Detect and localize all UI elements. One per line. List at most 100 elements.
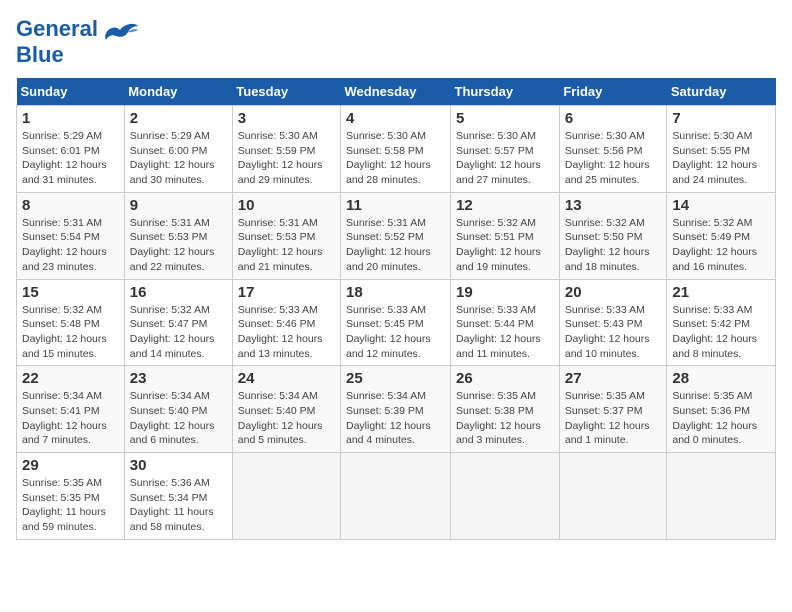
day-info: Sunrise: 5:33 AMSunset: 5:43 PMDaylight:… <box>565 304 650 360</box>
header-day-thursday: Thursday <box>451 78 560 106</box>
day-number: 28 <box>672 370 770 387</box>
week-row-2: 8Sunrise: 5:31 AMSunset: 5:54 PMDaylight… <box>17 192 776 279</box>
logo-general: General <box>16 16 98 41</box>
day-info: Sunrise: 5:30 AMSunset: 5:58 PMDaylight:… <box>346 130 431 186</box>
empty-cell <box>451 453 560 540</box>
header-day-sunday: Sunday <box>17 78 125 106</box>
day-number: 26 <box>456 370 554 387</box>
day-cell-8: 8Sunrise: 5:31 AMSunset: 5:54 PMDaylight… <box>17 192 125 279</box>
day-number: 8 <box>22 197 119 214</box>
day-number: 24 <box>238 370 335 387</box>
day-info: Sunrise: 5:31 AMSunset: 5:52 PMDaylight:… <box>346 217 431 273</box>
day-cell-19: 19 Sunrise: 5:33 AMSunset: 5:44 PMDayligh… <box>451 279 560 366</box>
header-day-saturday: Saturday <box>667 78 776 106</box>
logo-text: General Blue <box>16 16 98 68</box>
day-cell-23: 23 Sunrise: 5:34 AMSunset: 5:40 PMDayligh… <box>124 366 232 453</box>
day-cell-27: 27 Sunrise: 5:35 AMSunset: 5:37 PMDayligh… <box>559 366 667 453</box>
day-info: Sunrise: 5:35 AMSunset: 5:37 PMDaylight:… <box>565 390 650 446</box>
day-number: 9 <box>130 197 227 214</box>
week-row-3: 15Sunrise: 5:32 AMSunset: 5:48 PMDayligh… <box>17 279 776 366</box>
logo-blue: Blue <box>16 42 64 67</box>
logo: General Blue <box>16 16 138 68</box>
day-info: Sunrise: 5:30 AMSunset: 5:55 PMDaylight:… <box>672 130 757 186</box>
day-info: Sunrise: 5:30 AMSunset: 5:56 PMDaylight:… <box>565 130 650 186</box>
day-info: Sunrise: 5:33 AMSunset: 5:42 PMDaylight:… <box>672 304 757 360</box>
day-cell-30: 30 Sunrise: 5:36 AMSunset: 5:34 PMDayligh… <box>124 453 232 540</box>
day-cell-21: 21 Sunrise: 5:33 AMSunset: 5:42 PMDayligh… <box>667 279 776 366</box>
header-day-wednesday: Wednesday <box>341 78 451 106</box>
header-day-tuesday: Tuesday <box>232 78 340 106</box>
day-info: Sunrise: 5:32 AMSunset: 5:49 PMDaylight:… <box>672 217 757 273</box>
day-cell-18: 18 Sunrise: 5:33 AMSunset: 5:45 PMDayligh… <box>341 279 451 366</box>
day-number: 12 <box>456 197 554 214</box>
day-cell-12: 12Sunrise: 5:32 AMSunset: 5:51 PMDayligh… <box>451 192 560 279</box>
day-number: 11 <box>346 197 445 214</box>
day-info: Sunrise: 5:33 AMSunset: 5:45 PMDaylight:… <box>346 304 431 360</box>
week-row-1: 1Sunrise: 5:29 AMSunset: 6:01 PMDaylight… <box>17 106 776 193</box>
day-number: 13 <box>565 197 662 214</box>
day-cell-29: 29 Sunrise: 5:35 AMSunset: 5:35 PMDayligh… <box>17 453 125 540</box>
day-number: 21 <box>672 284 770 301</box>
day-info: Sunrise: 5:34 AMSunset: 5:40 PMDaylight:… <box>238 390 323 446</box>
day-cell-1: 1Sunrise: 5:29 AMSunset: 6:01 PMDaylight… <box>17 106 125 193</box>
day-info: Sunrise: 5:31 AMSunset: 5:53 PMDaylight:… <box>238 217 323 273</box>
week-row-4: 22 Sunrise: 5:34 AMSunset: 5:41 PMDayligh… <box>17 366 776 453</box>
day-cell-7: 7Sunrise: 5:30 AMSunset: 5:55 PMDaylight… <box>667 106 776 193</box>
day-cell-22: 22 Sunrise: 5:34 AMSunset: 5:41 PMDayligh… <box>17 366 125 453</box>
day-info: Sunrise: 5:34 AMSunset: 5:40 PMDaylight:… <box>130 390 215 446</box>
day-cell-17: 17 Sunrise: 5:33 AMSunset: 5:46 PMDayligh… <box>232 279 340 366</box>
week-row-5: 29 Sunrise: 5:35 AMSunset: 5:35 PMDayligh… <box>17 453 776 540</box>
day-number: 10 <box>238 197 335 214</box>
empty-cell <box>667 453 776 540</box>
header-row: SundayMondayTuesdayWednesdayThursdayFrid… <box>17 78 776 106</box>
day-cell-10: 10 Sunrise: 5:31 AMSunset: 5:53 PMDayligh… <box>232 192 340 279</box>
day-info: Sunrise: 5:32 AMSunset: 5:50 PMDaylight:… <box>565 217 650 273</box>
day-number: 23 <box>130 370 227 387</box>
day-number: 2 <box>130 110 227 127</box>
day-cell-13: 13 Sunrise: 5:32 AMSunset: 5:50 PMDayligh… <box>559 192 667 279</box>
day-number: 17 <box>238 284 335 301</box>
day-info: Sunrise: 5:30 AMSunset: 5:57 PMDaylight:… <box>456 130 541 186</box>
day-info: Sunrise: 5:33 AMSunset: 5:44 PMDaylight:… <box>456 304 541 360</box>
day-cell-6: 6Sunrise: 5:30 AMSunset: 5:56 PMDaylight… <box>559 106 667 193</box>
day-info: Sunrise: 5:35 AMSunset: 5:35 PMDaylight:… <box>22 477 106 533</box>
day-info: Sunrise: 5:36 AMSunset: 5:34 PMDaylight:… <box>130 477 214 533</box>
day-info: Sunrise: 5:32 AMSunset: 5:47 PMDaylight:… <box>130 304 215 360</box>
empty-cell <box>559 453 667 540</box>
day-cell-15: 15Sunrise: 5:32 AMSunset: 5:48 PMDayligh… <box>17 279 125 366</box>
day-number: 30 <box>130 457 227 474</box>
day-cell-9: 9 Sunrise: 5:31 AMSunset: 5:53 PMDaylight… <box>124 192 232 279</box>
day-number: 4 <box>346 110 445 127</box>
day-number: 27 <box>565 370 662 387</box>
day-number: 29 <box>22 457 119 474</box>
day-number: 5 <box>456 110 554 127</box>
day-number: 20 <box>565 284 662 301</box>
day-number: 1 <box>22 110 119 127</box>
day-info: Sunrise: 5:34 AMSunset: 5:39 PMDaylight:… <box>346 390 431 446</box>
day-cell-2: 2 Sunrise: 5:29 AMSunset: 6:00 PMDaylight… <box>124 106 232 193</box>
empty-cell <box>232 453 340 540</box>
day-info: Sunrise: 5:35 AMSunset: 5:38 PMDaylight:… <box>456 390 541 446</box>
header-day-friday: Friday <box>559 78 667 106</box>
day-cell-26: 26 Sunrise: 5:35 AMSunset: 5:38 PMDayligh… <box>451 366 560 453</box>
day-info: Sunrise: 5:31 AMSunset: 5:53 PMDaylight:… <box>130 217 215 273</box>
day-cell-20: 20 Sunrise: 5:33 AMSunset: 5:43 PMDayligh… <box>559 279 667 366</box>
day-number: 19 <box>456 284 554 301</box>
header: General Blue <box>16 16 776 68</box>
day-info: Sunrise: 5:32 AMSunset: 5:48 PMDaylight:… <box>22 304 107 360</box>
day-cell-28: 28 Sunrise: 5:35 AMSunset: 5:36 PMDayligh… <box>667 366 776 453</box>
day-number: 25 <box>346 370 445 387</box>
day-info: Sunrise: 5:33 AMSunset: 5:46 PMDaylight:… <box>238 304 323 360</box>
day-cell-11: 11 Sunrise: 5:31 AMSunset: 5:52 PMDayligh… <box>341 192 451 279</box>
day-cell-25: 25 Sunrise: 5:34 AMSunset: 5:39 PMDayligh… <box>341 366 451 453</box>
day-info: Sunrise: 5:35 AMSunset: 5:36 PMDaylight:… <box>672 390 757 446</box>
day-cell-4: 4 Sunrise: 5:30 AMSunset: 5:58 PMDaylight… <box>341 106 451 193</box>
empty-cell <box>341 453 451 540</box>
day-info: Sunrise: 5:34 AMSunset: 5:41 PMDaylight:… <box>22 390 107 446</box>
day-info: Sunrise: 5:29 AMSunset: 6:00 PMDaylight:… <box>130 130 215 186</box>
day-number: 18 <box>346 284 445 301</box>
day-cell-5: 5 Sunrise: 5:30 AMSunset: 5:57 PMDaylight… <box>451 106 560 193</box>
calendar-table: SundayMondayTuesdayWednesdayThursdayFrid… <box>16 78 776 540</box>
logo-bird-icon <box>102 22 138 52</box>
day-number: 22 <box>22 370 119 387</box>
